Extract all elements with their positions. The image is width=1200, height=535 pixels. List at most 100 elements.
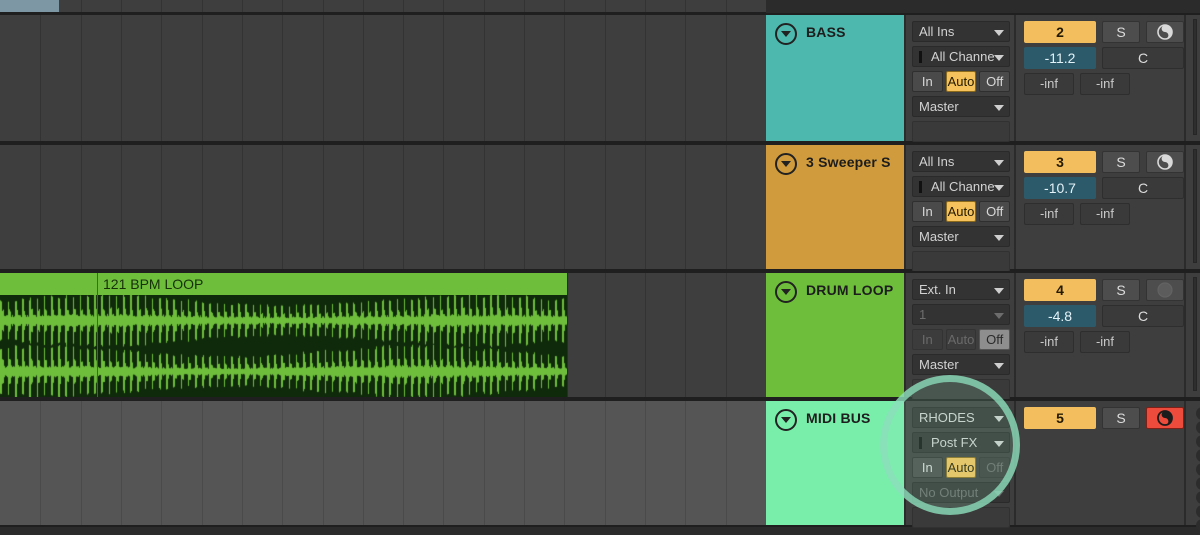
monitor-in-button[interactable]: In (912, 457, 943, 478)
output-type-chooser[interactable]: Master (912, 354, 1010, 375)
monitor-selector[interactable]: In Auto Off (912, 329, 1011, 350)
fold-track-icon[interactable] (775, 281, 797, 303)
track-activator-button[interactable]: 3 (1024, 151, 1096, 173)
fold-track-icon[interactable] (775, 23, 797, 45)
input-channel-chooser[interactable]: All Channe (912, 46, 1010, 67)
output-type-chooser[interactable]: Master (912, 226, 1010, 247)
grid-column-line (484, 401, 485, 525)
monitor-auto-button[interactable]: Auto (945, 71, 977, 92)
grid-column-line (202, 401, 203, 525)
grid-column-line (645, 145, 646, 269)
grid-column-line (40, 145, 41, 269)
peak-right-display[interactable]: -inf (1080, 331, 1130, 353)
grid-column-line (443, 401, 444, 525)
peak-right-display[interactable]: -inf (1080, 203, 1130, 225)
track-name-cell-midibus[interactable]: MIDI BUS (766, 401, 906, 525)
volume-display[interactable]: -11.2 (1024, 47, 1096, 69)
input-channel-value: All Channe (931, 49, 995, 64)
output-type-chooser[interactable]: Master (912, 96, 1010, 117)
velocity-dot (1196, 449, 1200, 462)
monitor-off-button[interactable]: Off (979, 457, 1011, 478)
solo-button[interactable]: S (1102, 21, 1140, 43)
output-channel-chooser[interactable] (912, 507, 1010, 528)
output-channel-chooser[interactable] (912, 121, 1010, 142)
peak-left-display[interactable]: -inf (1024, 203, 1074, 225)
clip-slot-grid[interactable]: 121 BPM LOOP (0, 0, 766, 535)
grid-column-line (726, 145, 727, 269)
input-channel-value: 1 (919, 307, 927, 322)
monitor-off-button[interactable]: Off (979, 71, 1011, 92)
fold-track-icon[interactable] (775, 409, 797, 431)
grid-column-line (564, 0, 565, 12)
track-name-cell-drumloop[interactable]: DRUM LOOP (766, 273, 906, 397)
monitor-auto-button[interactable]: Auto (945, 201, 977, 222)
track-name-cell-sweeper[interactable]: 3 Sweeper S (766, 145, 906, 269)
peak-left-display[interactable]: -inf (1024, 331, 1074, 353)
clip-row-bass[interactable] (0, 13, 766, 143)
monitor-in-button[interactable]: In (912, 329, 943, 350)
input-type-chooser[interactable]: Ext. In (912, 279, 1010, 300)
arm-record-button[interactable] (1146, 21, 1184, 43)
clip-row-sweeper[interactable] (0, 143, 766, 271)
track-activator-button[interactable]: 2 (1024, 21, 1096, 43)
output-channel-chooser[interactable] (912, 379, 1010, 400)
track-drumloop[interactable]: DRUM LOOP Ext. In 1 In Auto Off Master 4… (766, 271, 1200, 400)
pan-display[interactable]: C (1102, 47, 1184, 69)
track-name-cell-bass[interactable]: BASS (766, 15, 906, 141)
monitor-in-button[interactable]: In (912, 201, 943, 222)
grid-column-line (443, 0, 444, 12)
grid-column-line (242, 145, 243, 269)
pan-display[interactable]: C (1102, 305, 1184, 327)
audio-clip-121-bpm-loop[interactable]: 121 BPM LOOP (0, 273, 568, 397)
grid-column-line (443, 145, 444, 269)
clip-row-midibus[interactable] (0, 399, 766, 527)
output-channel-chooser[interactable] (912, 251, 1010, 272)
track-activator-button[interactable]: 4 (1024, 279, 1096, 301)
grid-column-line (645, 15, 646, 141)
input-type-chooser[interactable]: RHODES (912, 407, 1010, 428)
track-midibus[interactable]: MIDI BUS RHODES Post FX In Auto Off No O… (766, 399, 1200, 535)
monitor-off-button[interactable]: Off (979, 329, 1011, 350)
velocity-dot (1196, 491, 1200, 504)
clip-row-partial-top[interactable] (0, 0, 766, 14)
monitor-in-button[interactable]: In (912, 71, 943, 92)
grid-column-line (40, 15, 41, 141)
fold-track-icon[interactable] (775, 153, 797, 175)
input-channel-chooser[interactable]: All Channe (912, 176, 1010, 197)
track-bass[interactable]: BASS All Ins All Channe In Auto Off Mast… (766, 13, 1200, 143)
track-mix-midibus: 5 S (1016, 401, 1186, 525)
solo-button[interactable]: S (1102, 407, 1140, 429)
grid-column-line (403, 0, 404, 12)
track-meter-sweeper (1186, 145, 1200, 269)
clip-row-drumloop[interactable]: 121 BPM LOOP (0, 271, 766, 399)
solo-button[interactable]: S (1102, 151, 1140, 173)
arm-record-button[interactable] (1146, 407, 1184, 429)
selected-clip-slot[interactable] (0, 0, 59, 12)
volume-display[interactable]: -4.8 (1024, 305, 1096, 327)
monitor-auto-button[interactable]: Auto (945, 329, 977, 350)
arm-record-button[interactable] (1146, 279, 1184, 301)
arm-record-button[interactable] (1146, 151, 1184, 173)
monitor-selector[interactable]: In Auto Off (912, 201, 1011, 222)
input-type-chooser[interactable]: All Ins (912, 21, 1010, 42)
monitor-auto-button[interactable]: Auto (945, 457, 977, 478)
grid-column-line (685, 0, 686, 12)
grid-column-line (484, 145, 485, 269)
peak-left-display[interactable]: -inf (1024, 73, 1074, 95)
solo-button[interactable]: S (1102, 279, 1140, 301)
peak-right-display[interactable]: -inf (1080, 73, 1130, 95)
pan-display[interactable]: C (1102, 177, 1184, 199)
input-type-chooser[interactable]: All Ins (912, 151, 1010, 172)
grid-column-line (121, 145, 122, 269)
input-channel-chooser[interactable]: 1 (912, 304, 1010, 325)
monitor-selector[interactable]: In Auto Off (912, 71, 1011, 92)
monitor-off-button[interactable]: Off (979, 201, 1011, 222)
output-type-chooser[interactable]: No Output (912, 482, 1010, 503)
input-channel-chooser[interactable]: Post FX (912, 432, 1010, 453)
grid-column-line (282, 145, 283, 269)
track-meter-drumloop (1186, 273, 1200, 397)
track-activator-button[interactable]: 5 (1024, 407, 1096, 429)
monitor-selector[interactable]: In Auto Off (912, 457, 1011, 478)
volume-display[interactable]: -10.7 (1024, 177, 1096, 199)
track-sweeper[interactable]: 3 Sweeper S All Ins All Channe In Auto O… (766, 143, 1200, 272)
